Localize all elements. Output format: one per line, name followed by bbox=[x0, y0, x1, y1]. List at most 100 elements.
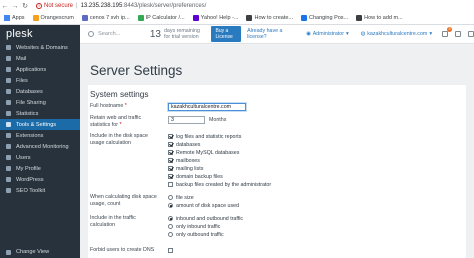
sidebar-item-websites-domains[interactable]: Websites & Domains bbox=[0, 42, 80, 53]
bookmark-item[interactable]: cenos 7 svh ip... bbox=[81, 15, 130, 21]
change-view-icon bbox=[6, 249, 11, 255]
sidebar-item-wordpress[interactable]: WordPress bbox=[0, 174, 80, 185]
forbid-dns-option[interactable] bbox=[168, 247, 173, 254]
radio-button[interactable] bbox=[168, 232, 173, 237]
bookmark-item[interactable]: Orangescrum bbox=[32, 15, 74, 21]
radio-button[interactable] bbox=[168, 203, 173, 208]
radio-button[interactable] bbox=[168, 224, 173, 229]
settings-panel: System settings Full hostname * kazakhcu… bbox=[88, 85, 466, 258]
option-label: amount of disk space used bbox=[176, 202, 240, 209]
profile-icon bbox=[6, 166, 11, 171]
disk-option-databases[interactable]: databases bbox=[168, 141, 200, 148]
extensions-icon bbox=[6, 133, 11, 138]
sidebar-item-file-sharing[interactable]: File Sharing bbox=[0, 97, 80, 108]
checkbox[interactable] bbox=[168, 142, 173, 147]
sidebar-item-seo-toolkit[interactable]: SEO Toolkit bbox=[0, 185, 80, 196]
option-label: backup files created by the administrato… bbox=[176, 181, 272, 188]
retain-months-input[interactable]: 3 bbox=[168, 116, 205, 124]
checkbox[interactable] bbox=[168, 166, 173, 171]
bookmark-label: cenos 7 svh ip... bbox=[89, 15, 130, 21]
radio-button[interactable] bbox=[168, 216, 173, 221]
seo-icon bbox=[6, 188, 11, 193]
sidebar-item-my-profile[interactable]: My Profile bbox=[0, 163, 80, 174]
disk-option-remote-mysql[interactable]: Remote MySQL databases bbox=[168, 149, 239, 156]
sidebar-item-files[interactable]: Files bbox=[0, 75, 80, 86]
checkbox[interactable] bbox=[168, 134, 173, 139]
user-name: Administrator bbox=[312, 31, 344, 37]
bookmark-apps[interactable]: Apps bbox=[4, 15, 25, 21]
bookmark-label: How to create... bbox=[254, 15, 293, 21]
user-menu[interactable]: ◉ Administrator ▾ bbox=[306, 31, 349, 37]
bookmark-label: Yahoo! Help -... bbox=[200, 15, 239, 21]
url-field[interactable]: 13.235.238.195:8443/plesk/server/prefere… bbox=[81, 3, 207, 9]
disk-option-log-files[interactable]: log files and statistic reports bbox=[168, 133, 241, 140]
required-marker: * bbox=[124, 103, 127, 109]
label-text: usage calculation bbox=[90, 140, 131, 146]
sidebar-item-applications[interactable]: Applications bbox=[0, 64, 80, 75]
plesk-logo[interactable]: plesk bbox=[0, 25, 80, 42]
database-icon bbox=[6, 89, 11, 94]
buy-license-button[interactable]: Buy a License bbox=[210, 26, 242, 42]
search-box[interactable]: Search... bbox=[88, 31, 144, 37]
sidebar-item-tools-settings[interactable]: Tools & Settings bbox=[0, 119, 80, 130]
security-indicator[interactable]: ! Not secure bbox=[36, 3, 73, 9]
already-have-license-link[interactable]: Already have a license? bbox=[247, 28, 284, 40]
sidebar-item-label: Users bbox=[16, 154, 31, 161]
favicon-icon bbox=[246, 15, 253, 21]
favicon-icon bbox=[81, 15, 88, 21]
bookmark-item[interactable]: How to create... bbox=[246, 15, 293, 21]
checkbox[interactable] bbox=[168, 158, 173, 163]
traffic-option-inbound[interactable]: only inbound traffic bbox=[168, 223, 220, 230]
disk-option-mailing-lists[interactable]: mailing lists bbox=[168, 165, 203, 172]
checkbox[interactable] bbox=[168, 174, 173, 179]
calc-option-disk-space-used[interactable]: amount of disk space used bbox=[168, 202, 239, 209]
sidebar-item-mail[interactable]: Mail bbox=[0, 53, 80, 64]
disk-option-mailboxes[interactable]: mailboxes bbox=[168, 157, 200, 164]
help-icon[interactable] bbox=[454, 31, 461, 37]
sidebar-item-advanced-monitoring[interactable]: Advanced Monitoring bbox=[0, 141, 80, 152]
bookmark-item[interactable]: Changing Pos... bbox=[301, 15, 348, 21]
globe-icon bbox=[6, 45, 11, 50]
full-hostname-input[interactable]: kazakhculturalcentre.com bbox=[168, 103, 246, 111]
sidebar-item-extensions[interactable]: Extensions bbox=[0, 130, 80, 141]
notifications-icon[interactable]: 3 bbox=[441, 27, 452, 37]
warning-icon: ! bbox=[36, 3, 42, 9]
reload-icon[interactable]: ↻ bbox=[20, 2, 30, 10]
sidebar-item-databases[interactable]: Databases bbox=[0, 86, 80, 97]
settings-icon[interactable] bbox=[467, 31, 474, 37]
bookmark-item[interactable]: How to add m... bbox=[356, 15, 403, 21]
checkbox[interactable] bbox=[168, 182, 173, 187]
radio-button[interactable] bbox=[168, 195, 173, 200]
sidebar-item-statistics[interactable]: Statistics bbox=[0, 108, 80, 119]
calc-option-file-size[interactable]: file size bbox=[168, 194, 194, 201]
label-text: calculation bbox=[90, 222, 116, 228]
bookmark-item[interactable]: IP Calculator /... bbox=[137, 15, 185, 21]
traffic-option-inbound-outbound[interactable]: inbound and outbound traffic bbox=[168, 215, 243, 222]
checkbox[interactable] bbox=[168, 150, 173, 155]
apps-grid-icon bbox=[4, 15, 10, 21]
sidebar: plesk Websites & Domains Mail Applicatio… bbox=[0, 25, 80, 258]
sidebar-item-label: File Sharing bbox=[16, 99, 46, 106]
sidebar-item-label: Applications bbox=[16, 66, 47, 73]
change-view-label: Change View bbox=[16, 249, 50, 255]
mail-icon bbox=[6, 56, 11, 61]
checkbox[interactable] bbox=[168, 248, 173, 253]
search-input[interactable]: Search... bbox=[98, 31, 120, 37]
applications-icon bbox=[6, 67, 11, 72]
traffic-calc-label: Include in the traffic calculation bbox=[90, 215, 136, 229]
forward-arrow-icon[interactable]: → bbox=[10, 3, 20, 10]
disk-option-domain-backup[interactable]: domain backup files bbox=[168, 173, 223, 180]
forbid-dns-label: Forbid users to create DNS bbox=[90, 247, 155, 253]
sidebar-item-users[interactable]: Users bbox=[0, 152, 80, 163]
back-arrow-icon[interactable]: ← bbox=[0, 3, 10, 10]
option-label: domain backup files bbox=[176, 173, 223, 180]
disk-option-admin-backup[interactable]: backup files created by the administrato… bbox=[168, 181, 271, 188]
traffic-option-outbound[interactable]: only outbound traffic bbox=[168, 231, 224, 238]
bookmark-item[interactable]: Yahoo! Help -... bbox=[192, 15, 239, 21]
sidebar-item-label: My Profile bbox=[16, 165, 41, 172]
bookmarks-bar: Apps Orangescrum cenos 7 svh ip... IP Ca… bbox=[0, 12, 474, 25]
option-label: Remote MySQL databases bbox=[176, 149, 240, 156]
domain-selector[interactable]: ◍ kazakhculturalcentre.com ▾ bbox=[361, 31, 432, 37]
label-text: When calculating disk space bbox=[90, 194, 157, 200]
change-view-button[interactable]: Change View bbox=[0, 246, 80, 258]
